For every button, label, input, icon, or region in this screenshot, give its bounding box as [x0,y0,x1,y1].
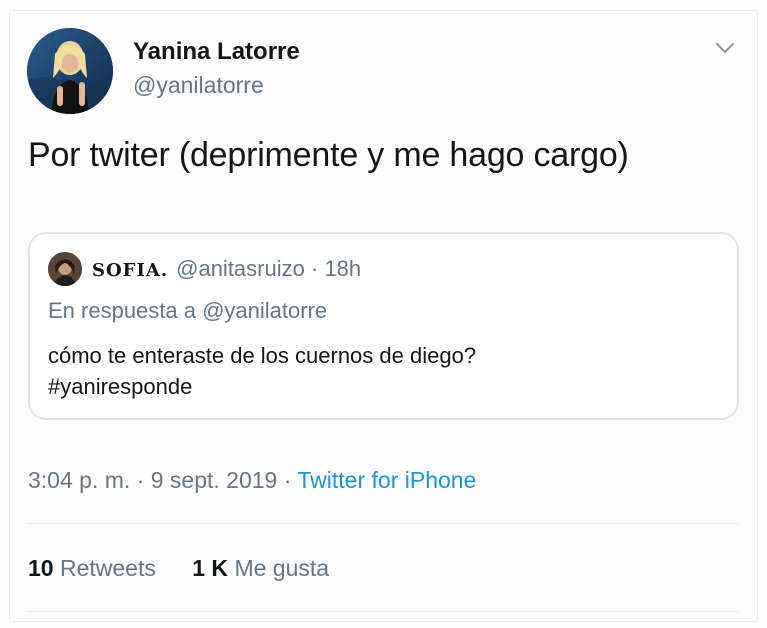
quoted-text-line1: cómo te enteraste de los cuernos de dieg… [48,343,477,368]
quoted-handle: @anitasruizo [176,256,305,281]
author-avatar[interactable] [27,28,113,114]
meta-separator-2: · [283,467,292,493]
quoted-header: SOFIA. @anitasruizo · 18h [92,256,361,282]
quoted-avatar-image [48,252,82,286]
chevron-down-icon[interactable] [714,40,736,56]
meta-separator-1: · [136,467,145,493]
retweets-count: 10 [28,555,54,581]
quoted-time: 18h [324,256,362,281]
tweet-date[interactable]: 9 sept. 2019 [151,467,278,493]
likes-count: 1 K [192,555,229,581]
quoted-avatar [48,252,82,286]
divider-top [28,523,739,524]
quoted-tweet[interactable]: SOFIA. @anitasruizo · 18h En respuesta a … [28,232,739,420]
quoted-display-name: SOFIA. [92,260,169,281]
tweet-meta: 3:04 p. m. · 9 sept. 2019 · Twitter for … [28,467,476,494]
author-handle[interactable]: @yanilatorre [133,72,264,99]
tweet-time[interactable]: 3:04 p. m. [28,467,130,493]
divider-bottom [28,611,739,612]
tweet-stats: 10 Retweets 1 K Me gusta [28,555,359,582]
author-avatar-image [27,28,113,114]
quoted-reply-context: En respuesta a @yanilatorre [48,298,328,323]
retweets-stat[interactable]: 10 Retweets [28,555,156,581]
retweets-label: Retweets [59,555,156,581]
quoted-separator: · [305,256,325,281]
quoted-text: cómo te enteraste de los cuernos de dieg… [48,340,476,402]
author-display-name[interactable]: Yanina Latorre [133,38,300,66]
likes-stat[interactable]: 1 K Me gusta [192,555,329,581]
tweet-source-link[interactable]: Twitter for iPhone [297,467,476,493]
tweet-card: Yanina Latorre @yanilatorre Por twiter (… [0,0,767,628]
quoted-separator-dot: · [310,256,319,281]
tweet-text: Por twiter (deprimente y me hago cargo) [28,136,629,174]
quoted-text-line2: #yaniresponde [48,374,193,399]
likes-label: Me gusta [234,555,330,581]
